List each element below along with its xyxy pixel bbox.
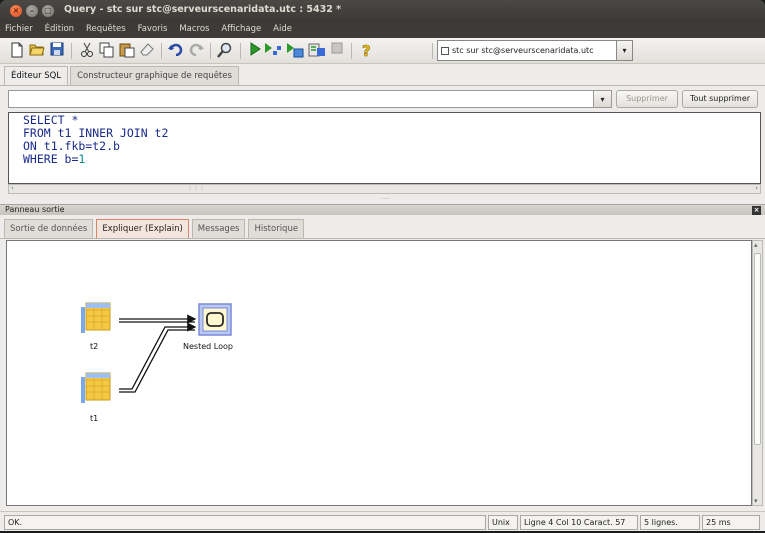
menu-affichage[interactable]: Affichage <box>216 22 265 34</box>
node-label-t1: t1 <box>90 414 99 423</box>
checkbox-icon <box>441 46 449 55</box>
tab-messages[interactable]: Messages <box>191 219 246 238</box>
svg-text:?: ? <box>362 42 371 58</box>
redo-icon[interactable] <box>187 42 205 60</box>
node-label-t2: t2 <box>90 342 99 351</box>
status-cursor-position: Ligne 4 Col 10 Caract. 57 <box>520 515 638 530</box>
query-history-combo[interactable]: ▾ <box>8 90 612 108</box>
execute-to-file-icon[interactable] <box>308 42 326 60</box>
arrow-t1-to-loop <box>119 322 197 393</box>
node-label-nested-loop: Nested Loop <box>183 342 233 351</box>
toolbar: ? stc sur stc@serveurscenaridata.utc ▾ <box>0 38 765 64</box>
table-icon <box>81 372 111 403</box>
main-area: Éditeur SQL Constructeur graphique de re… <box>0 64 765 533</box>
status-bar: OK. Unix Ligne 4 Col 10 Caract. 57 5 lig… <box>0 511 765 531</box>
status-line-endings: Unix <box>488 515 518 530</box>
execute-icon[interactable] <box>246 42 264 60</box>
chevron-down-icon[interactable]: ▾ <box>594 90 612 108</box>
explain-canvas: t2 t1 Nested Loop <box>6 240 752 506</box>
copy-icon[interactable] <box>98 42 116 60</box>
sql-text[interactable]: SELECT * FROM t1 INNER JOIN t2 ON t1.fkb… <box>23 114 168 166</box>
menu-macros[interactable]: Macros <box>174 22 213 34</box>
tab-sql-editor[interactable]: Éditeur SQL <box>4 66 69 86</box>
arrow-t2-to-loop <box>119 314 197 324</box>
scroll-down-icon[interactable]: ▾ <box>754 497 758 505</box>
chevron-down-icon[interactable]: ▾ <box>617 40 633 61</box>
find-icon[interactable] <box>216 42 234 60</box>
undo-icon[interactable] <box>167 42 185 60</box>
minimize-window-button[interactable]: – <box>26 5 38 17</box>
connection-select[interactable]: stc sur stc@serveurscenaridata.utc ▾ <box>437 40 635 61</box>
table-icon <box>81 302 111 333</box>
menu-edition[interactable]: Édition <box>40 22 78 34</box>
maximize-window-button[interactable]: □ <box>42 5 54 17</box>
explain-analyze-icon[interactable] <box>286 42 304 60</box>
sql-line: WHERE b=1 <box>23 152 86 166</box>
menu-fichier[interactable]: Fichier <box>0 22 37 34</box>
paste-icon[interactable] <box>118 42 136 60</box>
delete-history-button[interactable]: Supprimer <box>616 90 678 108</box>
clear-icon[interactable] <box>138 42 156 60</box>
window-title: Query - stc sur stc@serveurscenaridata.u… <box>64 4 342 15</box>
canvas-vertical-scrollbar[interactable]: ▴ ▾ <box>752 240 763 506</box>
status-message: OK. <box>4 515 486 530</box>
new-file-icon[interactable] <box>8 42 26 60</box>
output-tabs: Sortie de données Expliquer (Explain) Me… <box>4 219 307 239</box>
tab-graphical-query-builder[interactable]: Constructeur graphique de requêtes <box>70 66 239 85</box>
menu-requetes[interactable]: Requêtes <box>81 22 130 34</box>
status-row-count: 5 lignes. <box>640 515 700 530</box>
menu-aide[interactable]: Aide <box>268 22 296 34</box>
editor-horizontal-scrollbar[interactable]: ‹ ⋮⋮⋮ › <box>8 184 761 194</box>
help-icon[interactable]: ? <box>358 42 376 61</box>
scroll-right-icon[interactable]: › <box>755 184 758 192</box>
menu-favoris[interactable]: Favoris <box>133 22 172 34</box>
tab-explain[interactable]: Expliquer (Explain) <box>96 219 189 239</box>
nested-loop-icon <box>198 303 232 336</box>
open-folder-icon[interactable] <box>28 42 46 60</box>
title-bar: × – □ Query - stc sur stc@serveurscenari… <box>0 0 765 22</box>
query-history-input[interactable] <box>8 90 594 108</box>
explain-icon[interactable] <box>264 42 282 60</box>
scroll-thumb[interactable] <box>754 253 761 445</box>
close-window-button[interactable]: × <box>10 5 22 17</box>
sql-editor[interactable]: SELECT * FROM t1 INNER JOIN t2 ON t1.fkb… <box>8 112 761 184</box>
tab-data-output[interactable]: Sortie de données <box>4 219 94 238</box>
save-icon[interactable] <box>48 42 66 60</box>
output-panel-header: Panneau sortie × <box>0 204 765 215</box>
cut-icon[interactable] <box>78 42 96 60</box>
scroll-up-icon[interactable]: ▴ <box>754 241 758 249</box>
tab-history[interactable]: Historique <box>248 219 305 238</box>
status-exec-time: 25 ms <box>702 515 760 530</box>
scroll-left-icon[interactable]: ‹ <box>11 184 14 192</box>
output-panel-title: Panneau sortie <box>5 205 65 214</box>
cancel-query-icon[interactable] <box>328 42 346 60</box>
menu-bar: Fichier Édition Requêtes Favoris Macros … <box>0 22 765 38</box>
connection-value: stc sur stc@serveurscenaridata.utc <box>452 46 594 55</box>
close-icon[interactable]: × <box>752 206 761 215</box>
editor-tabs: Éditeur SQL Constructeur graphique de re… <box>4 66 241 86</box>
delete-all-history-button[interactable]: Tout supprimer <box>682 90 758 108</box>
